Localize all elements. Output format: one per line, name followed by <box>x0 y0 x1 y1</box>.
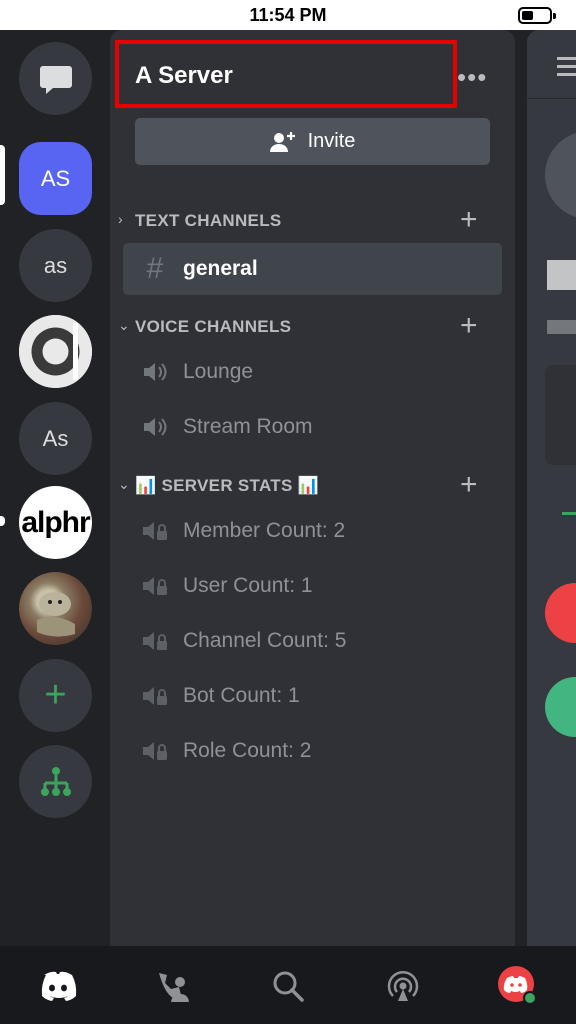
server-icon-as-2[interactable]: As <box>19 402 92 475</box>
channel-user-count[interactable]: User Count: 1 <box>123 560 502 612</box>
tab-friends[interactable] <box>149 962 197 1010</box>
speaker-icon <box>135 416 175 438</box>
bottom-tab-bar <box>0 946 576 1024</box>
channel-name: Role Count: 2 <box>183 739 312 762</box>
chevron-down-icon: ⌄ <box>118 476 130 492</box>
locked-speaker-icon <box>135 739 175 763</box>
category-label: 📊 SERVER STATS 📊 <box>135 476 320 495</box>
friends-icon <box>159 973 189 1002</box>
add-channel-button[interactable]: + <box>460 468 478 502</box>
server-rail: AS as As alphr + <box>0 30 110 946</box>
direct-messages-button[interactable] <box>19 42 92 115</box>
search-icon <box>273 971 304 1002</box>
chat-peek-preview <box>527 57 576 737</box>
server-icon-as[interactable]: as <box>19 229 92 302</box>
mentions-icon <box>387 970 419 1001</box>
tab-mentions[interactable] <box>379 962 427 1010</box>
status-time: 11:54 PM <box>249 5 327 25</box>
channel-name: User Count: 1 <box>183 574 313 597</box>
server-icon-photo[interactable] <box>19 572 92 645</box>
channel-name: general <box>183 257 258 280</box>
highlight-box <box>115 40 457 108</box>
channel-name: Bot Count: 1 <box>183 684 300 707</box>
server-photo-icon <box>37 592 75 637</box>
server-icon-label: As <box>42 425 69 451</box>
channel-lounge[interactable]: Lounge <box>123 346 502 398</box>
server-icon-label: as <box>43 252 68 278</box>
channel-bot-count[interactable]: Bot Count: 1 <box>123 670 502 722</box>
chat-bubble-icon <box>39 65 72 94</box>
chevron-down-icon: ⌄ <box>118 317 130 333</box>
channel-name: Channel Count: 5 <box>183 629 347 652</box>
chat-peek[interactable] <box>527 30 576 946</box>
invite-label: Invite <box>307 130 356 152</box>
hashtag-icon: # <box>146 252 164 285</box>
channel-name: Lounge <box>183 360 254 383</box>
tab-home[interactable] <box>34 962 82 1010</box>
category-server-stats[interactable]: ⌄ 📊 SERVER STATS 📊 + <box>110 468 515 502</box>
channel-name: Member Count: 2 <box>183 519 346 542</box>
channel-panel: A Server ••• Invite › TEXT CHANNELS + # … <box>110 30 515 946</box>
server-icon-alphr[interactable]: alphr <box>19 486 92 559</box>
locked-speaker-icon <box>135 519 175 543</box>
active-server-indicator <box>0 145 5 205</box>
invite-button[interactable]: Invite <box>135 118 490 165</box>
category-label: TEXT CHANNELS <box>135 211 282 230</box>
add-channel-button[interactable]: + <box>460 309 478 343</box>
battery-icon <box>518 7 556 24</box>
more-options-button[interactable]: ••• <box>457 62 487 93</box>
category-voice-channels[interactable]: ⌄ VOICE CHANNELS + <box>110 309 515 343</box>
channel-stream-room[interactable]: Stream Room <box>123 401 502 453</box>
speaker-icon <box>135 361 175 383</box>
profile-avatar-icon <box>498 966 537 1005</box>
server-header[interactable]: A Server ••• <box>110 30 515 120</box>
channel-channel-count[interactable]: Channel Count: 5 <box>123 615 502 667</box>
category-text-channels[interactable]: › TEXT CHANNELS + <box>110 203 515 237</box>
locked-speaker-icon <box>135 629 175 653</box>
server-icon-as-active[interactable]: AS <box>19 142 92 215</box>
discord-home-icon <box>41 971 77 1001</box>
explore-icon <box>40 766 71 796</box>
channel-role-count[interactable]: Role Count: 2 <box>123 725 502 777</box>
locked-speaker-icon <box>135 574 175 598</box>
add-server-label: + <box>44 674 67 716</box>
add-server-button[interactable]: + <box>19 659 92 732</box>
channel-name: Stream Room <box>183 415 313 438</box>
channel-general[interactable]: # general <box>123 243 502 295</box>
server-icon-label: AS <box>40 165 71 191</box>
add-channel-button[interactable]: + <box>460 203 478 237</box>
add-user-icon <box>269 131 295 152</box>
channel-member-count[interactable]: Member Count: 2 <box>123 505 502 557</box>
server-icon-ring[interactable] <box>19 315 92 388</box>
tab-profile[interactable] <box>494 962 542 1010</box>
locked-speaker-icon <box>135 684 175 708</box>
server-icon-label: alphr <box>21 505 90 539</box>
category-label: VOICE CHANNELS <box>135 317 292 336</box>
unread-indicator <box>0 516 5 526</box>
status-bar: 11:54 PM <box>0 0 576 30</box>
chevron-right-icon: › <box>118 211 123 227</box>
explore-servers-button[interactable] <box>19 745 92 818</box>
tab-search[interactable] <box>264 962 312 1010</box>
ring-logo-icon <box>19 315 92 388</box>
